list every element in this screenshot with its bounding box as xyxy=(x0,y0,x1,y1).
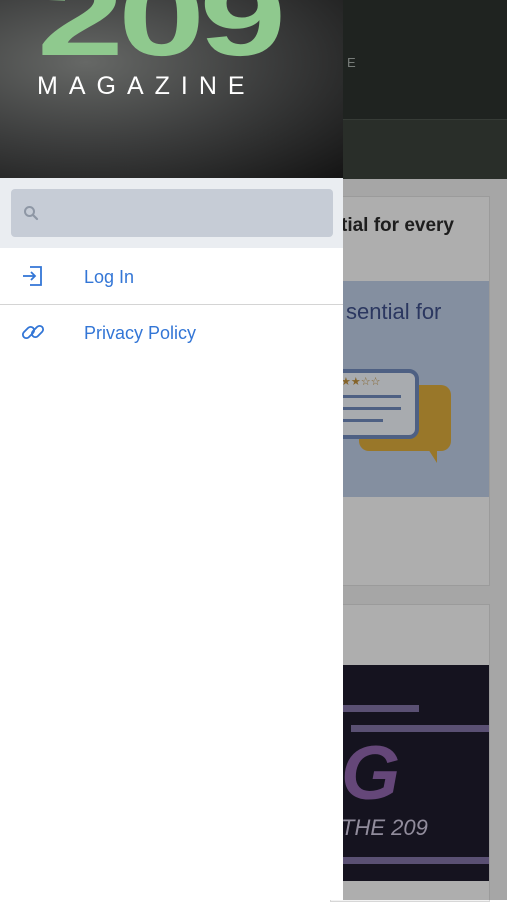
menu-item-privacy-policy[interactable]: Privacy Policy xyxy=(0,305,343,360)
menu-item-label: Privacy Policy xyxy=(84,323,197,343)
link-icon xyxy=(21,324,45,340)
logo-wordmark: MAGAZINE xyxy=(37,72,256,100)
search-input[interactable] xyxy=(11,189,333,237)
drawer-header: 209 MAGAZINE xyxy=(0,0,343,178)
logo-number: 209 xyxy=(37,0,286,79)
menu-item-label: Log In xyxy=(84,267,135,287)
side-drawer: 209 MAGAZINE Log In Privacy Policy xyxy=(0,0,343,900)
search-icon xyxy=(24,206,39,221)
login-icon xyxy=(23,266,42,286)
search-bar xyxy=(0,178,343,248)
menu-item-log-in[interactable]: Log In xyxy=(0,249,343,305)
